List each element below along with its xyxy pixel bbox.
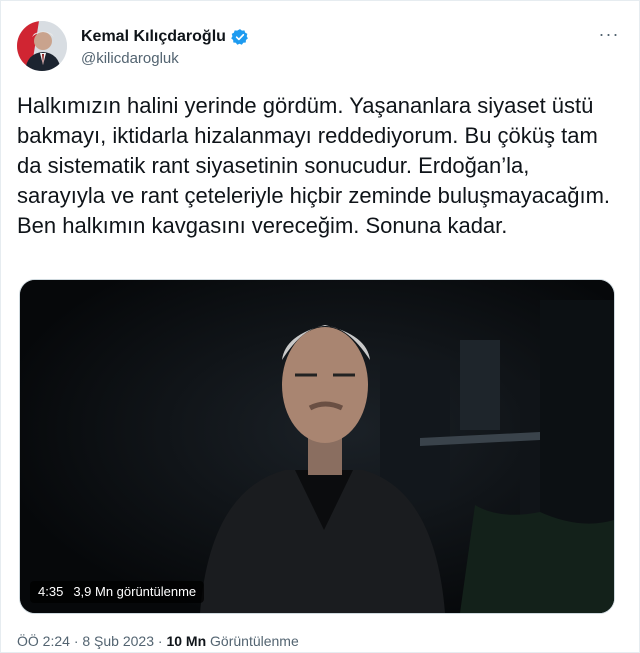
tweet-text: Halkımızın halini yerinde gördüm. Yaşana… [17,93,617,238]
avatar-photo-icon [17,21,67,71]
more-options-icon[interactable]: ··· [597,25,621,49]
author-display-name[interactable]: Kemal Kılıçdaroğlu [81,27,226,47]
tweet-date[interactable]: 8 Şub 2023 [82,633,154,649]
author-handle[interactable]: @kilicdarogluk [81,49,249,69]
tweet-time[interactable]: ÖÖ 2:24 [17,633,70,649]
meta-separator: · [157,633,163,649]
video-views: 3,9 Mn görüntülenme [73,584,197,599]
avatar[interactable] [17,21,67,71]
meta-separator: · [73,633,79,649]
tweet-meta: ÖÖ 2:24 · 8 Şub 2023 · 10 Mn Görüntülenm… [17,631,299,651]
video-thumbnail [20,280,614,613]
verified-badge-icon [231,28,249,46]
video-player[interactable]: 4:35 3,9 Mn görüntülenme [19,279,615,614]
video-badge: 4:35 3,9 Mn görüntülenme [30,581,205,603]
author-names: Kemal Kılıçdaroğlu @kilicdarogluk [81,27,249,69]
tweet-header: Kemal Kılıçdaroğlu @kilicdarogluk ··· [17,21,625,77]
video-duration: 4:35 [38,584,64,599]
views-label: Görüntülenme [210,633,299,649]
author-name-row[interactable]: Kemal Kılıçdaroğlu [81,27,249,47]
views-count: 10 Mn [166,633,207,649]
tweet-card: Kemal Kılıçdaroğlu @kilicdarogluk ··· Ha… [0,0,640,653]
